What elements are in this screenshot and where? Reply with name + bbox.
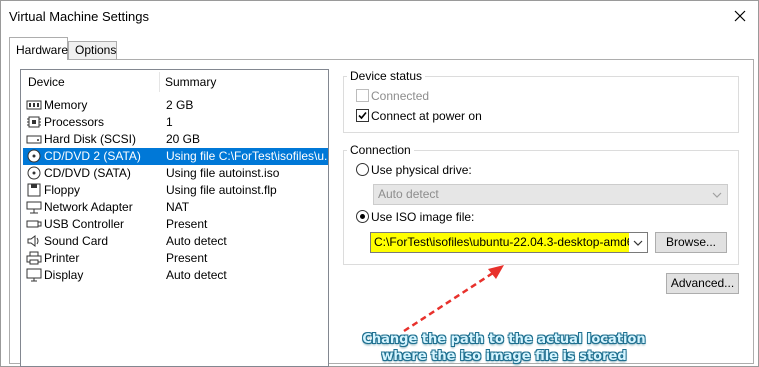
window-title: Virtual Machine Settings — [9, 9, 149, 24]
device-name: Sound Card — [44, 234, 109, 248]
iso-path-combo[interactable]: C:\ForTest\isofiles\ubuntu-22.04.3-deskt… — [370, 232, 648, 253]
device-row-hard-disk[interactable]: Hard Disk (SCSI) 20 GB — [23, 131, 328, 148]
title-bar: Virtual Machine Settings — [1, 1, 758, 31]
connected-label: Connected — [371, 89, 430, 103]
connection-title: Connection — [347, 143, 414, 157]
device-name: CD/DVD (SATA) — [44, 166, 131, 180]
tab-options[interactable]: Options — [68, 41, 117, 59]
device-summary: 1 — [166, 115, 173, 129]
sound-card-icon — [27, 235, 39, 247]
device-summary: Auto detect — [166, 234, 227, 248]
network-adapter-icon — [26, 201, 42, 214]
device-row-cd-dvd[interactable]: CD/DVD (SATA) Using file autoinst.iso — [23, 165, 328, 182]
connect-at-power-on-checkbox[interactable] — [356, 109, 369, 122]
iso-path-value: C:\ForTest\isofiles\ubuntu-22.04.3-deskt… — [374, 235, 644, 249]
device-summary: Auto detect — [166, 268, 227, 282]
device-name: USB Controller — [44, 217, 125, 231]
use-physical-drive-radio[interactable] — [356, 163, 369, 176]
physical-drive-value: Auto detect — [378, 187, 439, 201]
connected-checkbox[interactable] — [356, 89, 369, 102]
device-name: Network Adapter — [44, 200, 133, 214]
cd-dvd-icon — [27, 149, 41, 163]
device-row-sound-card[interactable]: Sound Card Auto detect — [23, 233, 328, 250]
use-iso-image-label: Use ISO image file: — [371, 210, 475, 224]
device-summary: Present — [166, 217, 208, 231]
device-name: CD/DVD 2 (SATA) — [44, 149, 141, 163]
device-summary: Using file autoinst.flp — [166, 183, 277, 197]
usb-icon — [26, 220, 42, 228]
iso-path-dropdown-button[interactable] — [629, 233, 647, 252]
chevron-down-icon — [633, 240, 643, 246]
device-name: Display — [44, 268, 84, 282]
tab-hardware[interactable]: Hardware — [9, 37, 68, 60]
device-list-header: Device Summary — [21, 70, 328, 95]
device-name: Printer — [44, 251, 80, 265]
cd-dvd-icon — [27, 166, 41, 180]
device-row-processors[interactable]: Processors 1 — [23, 114, 328, 131]
device-row-usb-controller[interactable]: USB Controller Present — [23, 216, 328, 233]
device-list[interactable]: Device Summary Memory 2 GB Processors 1 … — [20, 69, 329, 367]
printer-icon — [26, 251, 42, 265]
vm-settings-window: Virtual Machine Settings Hardware Option… — [0, 0, 759, 367]
device-summary: NAT — [166, 200, 190, 214]
chevron-down-icon — [712, 192, 722, 198]
physical-drive-select[interactable]: Auto detect — [373, 184, 728, 205]
close-button[interactable] — [726, 3, 754, 29]
device-name: Hard Disk (SCSI) — [44, 132, 137, 146]
annotation-line-1: Change the path to the actual location — [362, 332, 646, 347]
device-summary: 20 GB — [166, 132, 201, 146]
close-icon — [734, 10, 746, 22]
device-row-printer[interactable]: Printer Present — [23, 250, 328, 267]
advanced-button[interactable]: Advanced... — [666, 273, 739, 294]
device-row-memory[interactable]: Memory 2 GB — [23, 97, 328, 114]
annotation-text: Change the path to the actual location w… — [359, 331, 649, 365]
device-name: Processors — [44, 115, 105, 129]
device-row-floppy[interactable]: Floppy Using file autoinst.flp — [23, 182, 328, 199]
column-header-device[interactable]: Device — [28, 75, 65, 89]
device-row-cd-dvd-2[interactable]: CD/DVD 2 (SATA) Using file C:\ForTest\is… — [23, 148, 328, 165]
memory-icon — [26, 100, 42, 110]
use-iso-image-radio[interactable] — [356, 210, 369, 223]
device-row-display[interactable]: Display Auto detect — [23, 267, 328, 284]
device-name: Memory — [44, 98, 88, 112]
column-header-summary[interactable]: Summary — [165, 75, 216, 89]
annotation-line-2: where the iso image file is stored — [381, 349, 627, 364]
checkmark-icon — [358, 111, 367, 120]
device-summary: 2 GB — [166, 98, 194, 112]
hard-disk-icon — [26, 135, 42, 144]
device-summary: Using file autoinst.iso — [166, 166, 280, 180]
floppy-icon — [27, 183, 41, 197]
browse-button[interactable]: Browse... — [655, 232, 727, 253]
device-status-title: Device status — [347, 69, 426, 83]
connect-at-power-on-label: Connect at power on — [371, 109, 482, 123]
processor-icon — [27, 116, 41, 128]
display-icon — [26, 268, 42, 282]
device-summary: Present — [166, 251, 208, 265]
use-physical-drive-label: Use physical drive: — [371, 163, 472, 177]
annotation-arrow-icon — [403, 265, 504, 333]
device-status-group — [343, 76, 739, 133]
column-separator — [159, 72, 160, 92]
device-summary: Using file C:\ForTest\isofiles\u... — [166, 149, 328, 163]
device-name: Floppy — [44, 183, 81, 197]
device-row-network-adapter[interactable]: Network Adapter NAT — [23, 199, 328, 216]
